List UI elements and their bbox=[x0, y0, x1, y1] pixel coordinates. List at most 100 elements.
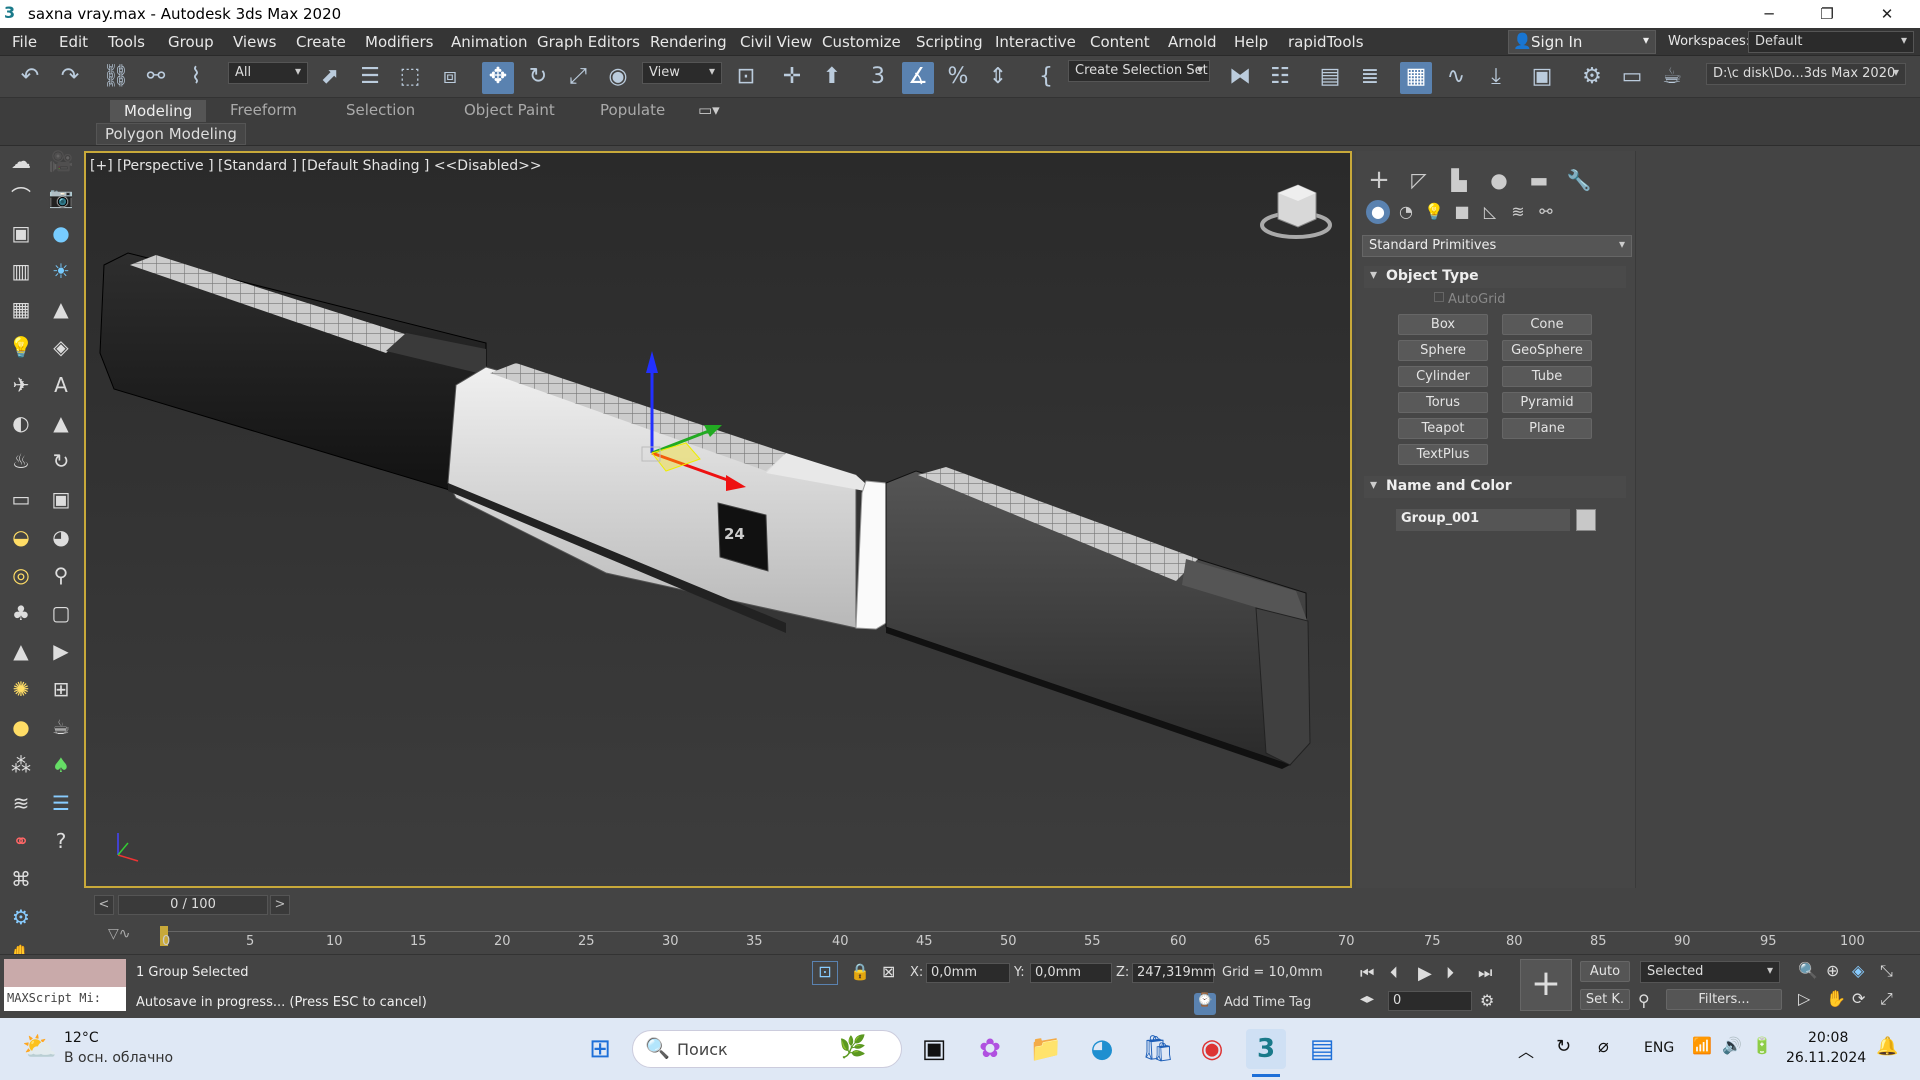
clock-date[interactable]: 26.11.2024 bbox=[1786, 1050, 1866, 1066]
rendered-frame-icon[interactable]: ▭ bbox=[1616, 62, 1648, 94]
physical-camera-icon[interactable]: 📷 bbox=[46, 182, 76, 212]
edit-named-selection-icon[interactable]: { bbox=[1030, 62, 1062, 94]
viewport-label[interactable]: [+] [Perspective ] [Standard ] [Default … bbox=[90, 158, 542, 174]
minimize-button[interactable]: ─ bbox=[1740, 0, 1798, 28]
curve-editor-mini-icon[interactable]: ▽∿ bbox=[108, 926, 131, 942]
tray-chevron-icon[interactable]: ︿ bbox=[1518, 1038, 1534, 1062]
workspaces-dropdown[interactable]: Default bbox=[1748, 31, 1914, 53]
modify-tab-icon[interactable]: ◸ bbox=[1404, 165, 1434, 195]
menu-help[interactable]: Help bbox=[1234, 33, 1268, 51]
bind-space-warp-icon[interactable]: ⌇ bbox=[180, 62, 212, 94]
torus-button[interactable]: Torus bbox=[1398, 392, 1488, 413]
ambient-light-icon[interactable]: ◎ bbox=[6, 560, 36, 590]
tab-freeform[interactable]: Freeform bbox=[230, 101, 297, 119]
timeline-track[interactable]: ▽∿ 0 5 10 15 20 25 30 35 40 45 50 55 60 … bbox=[84, 920, 1920, 954]
orbit-icon[interactable]: ⟳ bbox=[1852, 989, 1865, 1008]
render-region-icon[interactable]: ▦ bbox=[6, 294, 36, 324]
snaps-toggle-icon[interactable]: 3 bbox=[862, 62, 894, 94]
close-button[interactable]: ✕ bbox=[1858, 0, 1916, 28]
start-icon[interactable]: ⊞ bbox=[580, 1029, 620, 1069]
object-type-rollout[interactable]: Object Type bbox=[1364, 266, 1626, 288]
displacement-icon[interactable]: ♨ bbox=[6, 446, 36, 476]
particles-icon[interactable]: ⁂ bbox=[6, 750, 36, 780]
bulb-icon[interactable]: ⚲ bbox=[46, 560, 76, 590]
rect-selection-icon[interactable]: ⬚ bbox=[394, 62, 426, 94]
taskbar-search[interactable]: 🔍 Поиск 🌿 bbox=[632, 1030, 902, 1068]
filters-button[interactable]: Filters... bbox=[1666, 989, 1782, 1010]
object-color-swatch[interactable] bbox=[1576, 509, 1596, 531]
teapot-button[interactable]: Teapot bbox=[1398, 418, 1488, 439]
menu-tools[interactable]: Tools bbox=[108, 33, 145, 51]
decal-icon[interactable]: ♣ bbox=[6, 598, 36, 628]
material-ball-icon[interactable]: ◕ bbox=[46, 522, 76, 552]
help-icon[interactable]: ? bbox=[46, 826, 76, 856]
add-time-tag-button[interactable]: Add Time Tag bbox=[1224, 995, 1311, 1010]
settings-icon[interactable]: ⚙ bbox=[6, 902, 36, 932]
sphere-light-icon[interactable]: ◐ bbox=[6, 408, 36, 438]
next-key-icon[interactable]: ⏵ bbox=[1446, 963, 1454, 983]
render-production-icon[interactable]: ☕ bbox=[1656, 62, 1688, 94]
name-color-rollout[interactable]: Name and Color bbox=[1364, 476, 1626, 498]
menu-interactive[interactable]: Interactive bbox=[995, 33, 1076, 51]
systems-icon[interactable]: ⚯ bbox=[1534, 200, 1558, 224]
fog-icon[interactable]: ▲ bbox=[6, 636, 36, 666]
menu-content[interactable]: Content bbox=[1090, 33, 1150, 51]
window-crossing-icon[interactable]: ⧈ bbox=[434, 62, 466, 94]
3dsmax-taskbar-icon[interactable]: 3 bbox=[1246, 1029, 1286, 1069]
reference-coord-dropdown[interactable]: View bbox=[642, 62, 722, 84]
lock-icon[interactable]: 🔒 bbox=[850, 962, 870, 981]
tab-object-paint[interactable]: Object Paint bbox=[464, 101, 555, 119]
menu-group[interactable]: Group bbox=[168, 33, 214, 51]
prev-frame-button[interactable]: < bbox=[94, 895, 114, 915]
material-editor-icon[interactable]: ▣ bbox=[1526, 62, 1558, 94]
x-coordinate-field[interactable]: 0,0mm bbox=[926, 963, 1010, 983]
notepad-icon[interactable]: ▤ bbox=[1302, 1029, 1342, 1069]
sun-icon[interactable]: ☀ bbox=[46, 256, 76, 286]
mesh-light-icon[interactable]: ▭ bbox=[6, 484, 36, 514]
ribbon-options-icon[interactable]: ▭▾ bbox=[698, 101, 720, 119]
move-icon[interactable]: ✥ bbox=[482, 62, 514, 94]
volume-icon[interactable]: 🔊 bbox=[1722, 1036, 1742, 1055]
tab-selection[interactable]: Selection bbox=[346, 101, 415, 119]
text-icon[interactable]: A bbox=[46, 370, 76, 400]
play-preview-icon[interactable]: ▶ bbox=[46, 636, 76, 666]
primitives-dropdown[interactable]: Standard Primitives bbox=[1362, 235, 1632, 257]
geometry-icon[interactable]: ● bbox=[1366, 200, 1390, 224]
ies-light-icon[interactable]: ◒ bbox=[6, 522, 36, 552]
forest-icon[interactable]: ♠ bbox=[46, 750, 76, 780]
place-icon[interactable]: ◉ bbox=[602, 62, 634, 94]
sphere-button[interactable]: Sphere bbox=[1398, 340, 1488, 361]
zoom-icon[interactable]: 🔍 bbox=[1798, 961, 1818, 980]
tab-modeling[interactable]: Modeling bbox=[110, 100, 207, 122]
z-coordinate-field[interactable]: 247,319mm bbox=[1132, 963, 1216, 983]
utilities-tab-icon[interactable]: 🔧 bbox=[1564, 165, 1594, 195]
menu-scripting[interactable]: Scripting bbox=[916, 33, 983, 51]
menu-civil-view[interactable]: Civil View bbox=[740, 33, 812, 51]
sun-light-icon[interactable]: ● bbox=[6, 712, 36, 742]
cone-icon[interactable]: ▲ bbox=[46, 408, 76, 438]
spacewarps-icon[interactable]: ≋ bbox=[1506, 200, 1530, 224]
key-selection-dropdown[interactable]: Selected bbox=[1640, 961, 1780, 983]
create-tab-icon[interactable]: + bbox=[1364, 165, 1394, 195]
go-to-start-icon[interactable]: ⏮ bbox=[1360, 963, 1374, 983]
box-button[interactable]: Box bbox=[1398, 314, 1488, 335]
grid-icon[interactable]: ⊞ bbox=[46, 674, 76, 704]
undo-icon[interactable]: ↶ bbox=[14, 62, 46, 94]
go-to-end-icon[interactable]: ⏭ bbox=[1478, 963, 1492, 983]
list-icon[interactable]: ☰ bbox=[46, 788, 76, 818]
scale-icon[interactable]: ⤢ bbox=[562, 62, 594, 94]
current-frame-field[interactable]: 0 bbox=[1388, 991, 1472, 1011]
dome-icon[interactable]: ⌒ bbox=[6, 182, 36, 212]
menu-modifiers[interactable]: Modifiers bbox=[365, 33, 433, 51]
next-frame-button[interactable]: > bbox=[270, 895, 290, 915]
maxscript-mini-listener[interactable]: MAXScript Mi: bbox=[4, 987, 126, 1011]
motion-tab-icon[interactable]: ● bbox=[1484, 165, 1514, 195]
object-name-field[interactable]: Group_001 bbox=[1396, 509, 1570, 531]
geosphere-button[interactable]: GeoSphere bbox=[1502, 340, 1592, 361]
light-icon[interactable]: ● bbox=[46, 218, 76, 248]
restore-button[interactable]: ❐ bbox=[1798, 0, 1856, 28]
link-icon[interactable]: ⛓ bbox=[100, 62, 132, 94]
display-tab-icon[interactable]: ▬ bbox=[1524, 165, 1554, 195]
menu-file[interactable]: File bbox=[12, 33, 37, 51]
textplus-button[interactable]: TextPlus bbox=[1398, 444, 1488, 465]
